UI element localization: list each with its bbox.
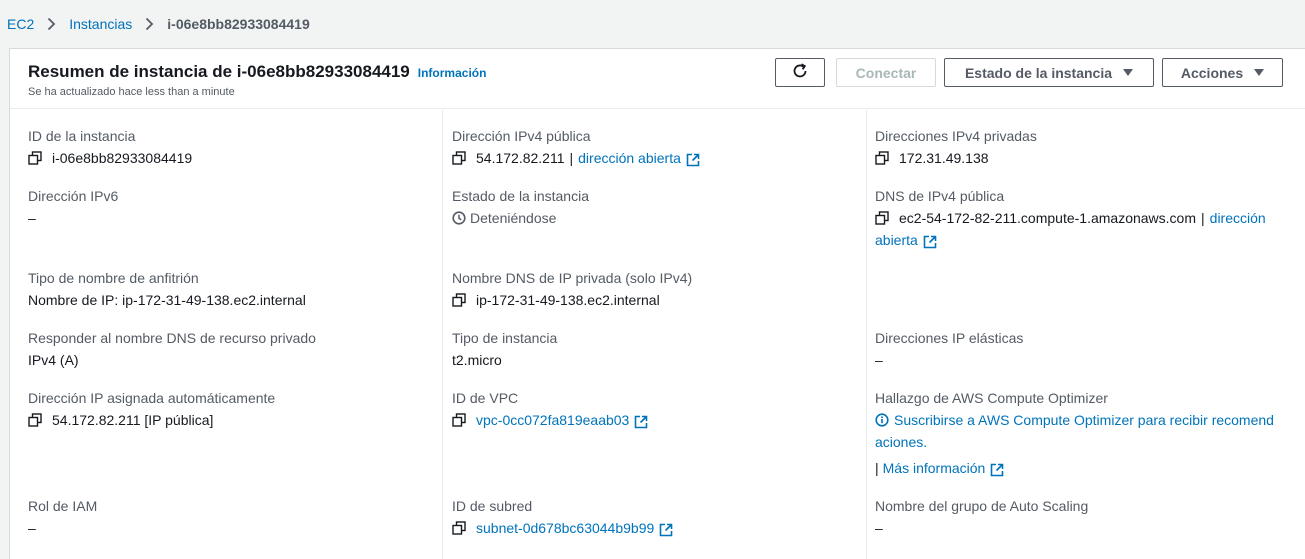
actions-label: Acciones xyxy=(1180,64,1244,81)
field-label: Hallazgo de AWS Compute Optimizer xyxy=(875,390,1108,406)
field-label: Dirección IP asignada automáticamente xyxy=(28,390,276,406)
field-label: Direcciones IP elásticas xyxy=(875,330,1024,346)
field-auto-scaling-group: Nombre del grupo de Auto Scaling – xyxy=(875,495,1088,539)
instance-state-value: Deteniéndose xyxy=(470,210,557,226)
more-info-link[interactable]: Más información xyxy=(883,457,986,479)
field-auto-ip: Dirección IP asignada automáticamente 54… xyxy=(28,387,275,431)
refresh-button[interactable] xyxy=(775,58,825,87)
external-link-icon[interactable] xyxy=(634,413,648,429)
copy-icon[interactable] xyxy=(452,151,466,165)
auto-scaling-group-value: – xyxy=(875,520,883,536)
field-compute-optimizer: Hallazgo de AWS Compute Optimizer Suscri… xyxy=(875,387,1274,479)
info-link[interactable]: Información xyxy=(418,66,487,80)
optimizer-subscribe-link-continued[interactable]: aciones. xyxy=(875,431,927,453)
copy-icon[interactable] xyxy=(452,293,466,307)
external-link-icon[interactable] xyxy=(990,461,1004,477)
separator: | xyxy=(875,460,879,476)
field-dns-reply: Responder al nombre DNS de recurso priva… xyxy=(28,327,316,371)
field-label: Estado de la instancia xyxy=(452,188,589,204)
dns-reply-value: IPv4 (A) xyxy=(28,352,79,368)
copy-icon[interactable] xyxy=(28,413,42,427)
optimizer-subscribe-link[interactable]: Suscribirse a AWS Compute Optimizer para… xyxy=(894,409,1274,431)
vpc-id-link[interactable]: vpc-0cc072fa819eaab03 xyxy=(476,409,629,431)
refresh-icon xyxy=(791,62,809,83)
field-label: Rol de IAM xyxy=(28,498,98,514)
external-link-icon[interactable] xyxy=(686,151,700,167)
caret-down-icon xyxy=(1254,69,1265,76)
separator: | xyxy=(1201,210,1205,226)
field-public-ipv4: Dirección IPv4 pública 54.172.82.211 | d… xyxy=(452,125,700,169)
field-vpc-id: ID de VPC vpc-0cc072fa819eaab03 xyxy=(452,387,648,431)
field-label: Responder al nombre DNS de recurso priva… xyxy=(28,330,316,346)
elastic-ip-value: – xyxy=(875,352,883,368)
column-divider xyxy=(866,110,867,559)
field-label: ID de la instancia xyxy=(28,128,136,144)
panel-header: Resumen de instancia de i-06e8bb82933084… xyxy=(10,49,1305,109)
external-link-icon[interactable] xyxy=(659,521,673,537)
field-label: Nombre DNS de IP privada (solo IPv4) xyxy=(452,270,693,286)
separator: | xyxy=(569,150,574,166)
field-label: ID de subred xyxy=(452,498,533,514)
field-label: ID de VPC xyxy=(452,390,519,406)
caret-down-icon xyxy=(1123,69,1134,76)
field-hostname-type: Tipo de nombre de anfitrión Nombre de IP… xyxy=(28,267,306,311)
breadcrumb-ec2[interactable]: EC2 xyxy=(7,16,34,32)
field-elastic-ip: Direcciones IP elásticas – xyxy=(875,327,1023,371)
field-public-dns: DNS de IPv4 pública ec2-54-172-82-211.co… xyxy=(875,185,1266,251)
field-label: Dirección IPv4 pública xyxy=(452,128,591,144)
copy-icon[interactable] xyxy=(875,151,889,165)
open-address-link-continued[interactable]: abierta xyxy=(875,229,918,251)
connect-button[interactable]: Conectar xyxy=(836,58,936,87)
iam-role-value: – xyxy=(28,520,36,536)
field-subnet-id: ID de subred subnet-0d678bc63044b9b99 xyxy=(452,495,673,539)
field-instance-type: Tipo de instancia t2.micro xyxy=(452,327,557,371)
auto-ip-value: 54.172.82.211 [IP pública] xyxy=(52,412,214,428)
chevron-right-icon xyxy=(144,17,154,31)
field-ipv6: Dirección IPv6 – xyxy=(28,185,118,229)
private-dns-value: ip-172-31-49-138.ec2.internal xyxy=(476,292,660,308)
field-instance-state: Estado de la instancia Deteniéndose xyxy=(452,185,589,229)
field-iam-role: Rol de IAM – xyxy=(28,495,97,539)
field-label: DNS de IPv4 pública xyxy=(875,188,1005,204)
public-ipv4-value: 54.172.82.211 xyxy=(476,150,565,166)
instance-type-value: t2.micro xyxy=(452,352,502,368)
public-dns-value: ec2-54-172-82-211.compute-1.amazonaws.co… xyxy=(899,210,1197,226)
actions-dropdown[interactable]: Acciones xyxy=(1162,58,1283,87)
copy-icon[interactable] xyxy=(452,413,466,427)
chevron-right-icon xyxy=(46,17,56,31)
column-divider xyxy=(442,110,443,559)
instance-id-value: i-06e8bb82933084419 xyxy=(52,150,193,166)
open-address-link[interactable]: dirección abierta xyxy=(578,147,681,169)
pending-clock-icon xyxy=(452,211,466,225)
field-private-dns: Nombre DNS de IP privada (solo IPv4) ip-… xyxy=(452,267,692,311)
field-private-ipv4: Direcciones IPv4 privadas 172.31.49.138 xyxy=(875,125,1037,169)
open-address-link[interactable]: dirección xyxy=(1210,207,1266,229)
instance-state-dropdown[interactable]: Estado de la instancia xyxy=(944,58,1154,87)
breadcrumb-instances[interactable]: Instancias xyxy=(69,16,132,32)
copy-icon[interactable] xyxy=(875,211,889,225)
breadcrumb-current: i-06e8bb82933084419 xyxy=(167,16,310,32)
field-label: Nombre del grupo de Auto Scaling xyxy=(875,498,1089,514)
field-label: Tipo de instancia xyxy=(452,330,558,346)
last-updated-text: Se ha actualizado hace less than a minut… xyxy=(28,86,235,98)
hostname-type-value: Nombre de IP: ip-172-31-49-138.ec2.inter… xyxy=(28,292,306,308)
instance-state-label: Estado de la instancia xyxy=(964,64,1113,81)
field-label: Tipo de nombre de anfitrión xyxy=(28,270,199,286)
copy-icon[interactable] xyxy=(28,151,42,165)
breadcrumb: EC2 Instancias i-06e8bb82933084419 xyxy=(7,16,310,32)
info-circle-icon xyxy=(875,413,889,427)
page-title: Resumen de instancia de i-06e8bb82933084… xyxy=(28,62,410,81)
field-instance-id: ID de la instancia i-06e8bb82933084419 xyxy=(28,125,192,169)
external-link-icon[interactable] xyxy=(923,233,937,249)
instance-summary-panel: Resumen de instancia de i-06e8bb82933084… xyxy=(9,48,1305,559)
field-label: Dirección IPv6 xyxy=(28,188,119,204)
ipv6-value: – xyxy=(28,210,36,226)
private-ipv4-value: 172.31.49.138 xyxy=(899,150,989,166)
copy-icon[interactable] xyxy=(452,521,466,535)
subnet-id-link[interactable]: subnet-0d678bc63044b9b99 xyxy=(476,517,654,539)
field-label: Direcciones IPv4 privadas xyxy=(875,128,1037,144)
